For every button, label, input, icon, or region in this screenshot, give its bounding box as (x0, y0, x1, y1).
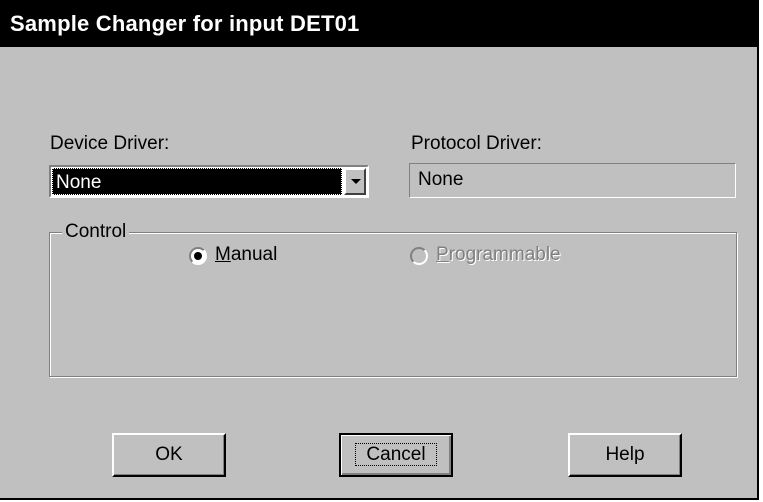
protocol-driver-label: Protocol Driver: (411, 133, 542, 154)
programmable-radio-label[interactable]: Programmable (436, 244, 561, 266)
cancel-button[interactable]: Cancel (339, 433, 453, 477)
device-driver-selected-value[interactable]: None (52, 168, 342, 195)
manual-radio-label[interactable]: Manual (215, 244, 277, 266)
programmable-radio-button[interactable] (410, 247, 428, 265)
sample-changer-dialog: Sample Changer for input DET01 Device Dr… (0, 0, 759, 500)
window-title: Sample Changer for input DET01 (10, 11, 360, 36)
ok-button[interactable]: OK (112, 433, 226, 477)
device-driver-dropdown-button[interactable] (344, 168, 366, 195)
manual-access-key: M (215, 244, 231, 265)
chevron-down-icon (351, 179, 361, 184)
title-bar[interactable]: Sample Changer for input DET01 (0, 0, 757, 47)
manual-radio-button[interactable] (189, 247, 207, 265)
help-button-label: Help (605, 444, 645, 465)
device-driver-combobox[interactable]: None (49, 165, 369, 198)
programmable-access-key: P (436, 244, 449, 265)
control-group-legend: Control (62, 221, 130, 243)
help-button[interactable]: Help (568, 433, 682, 477)
cancel-button-label: Cancel (355, 443, 437, 466)
device-driver-label: Device Driver: (50, 133, 170, 154)
manual-label-rest: anual (230, 244, 278, 265)
ok-button-label: OK (155, 444, 183, 465)
protocol-driver-field: None (409, 163, 736, 198)
radio-selected-icon (194, 252, 202, 260)
programmable-label-rest: rogrammable (448, 244, 561, 265)
control-groupbox (49, 232, 737, 377)
